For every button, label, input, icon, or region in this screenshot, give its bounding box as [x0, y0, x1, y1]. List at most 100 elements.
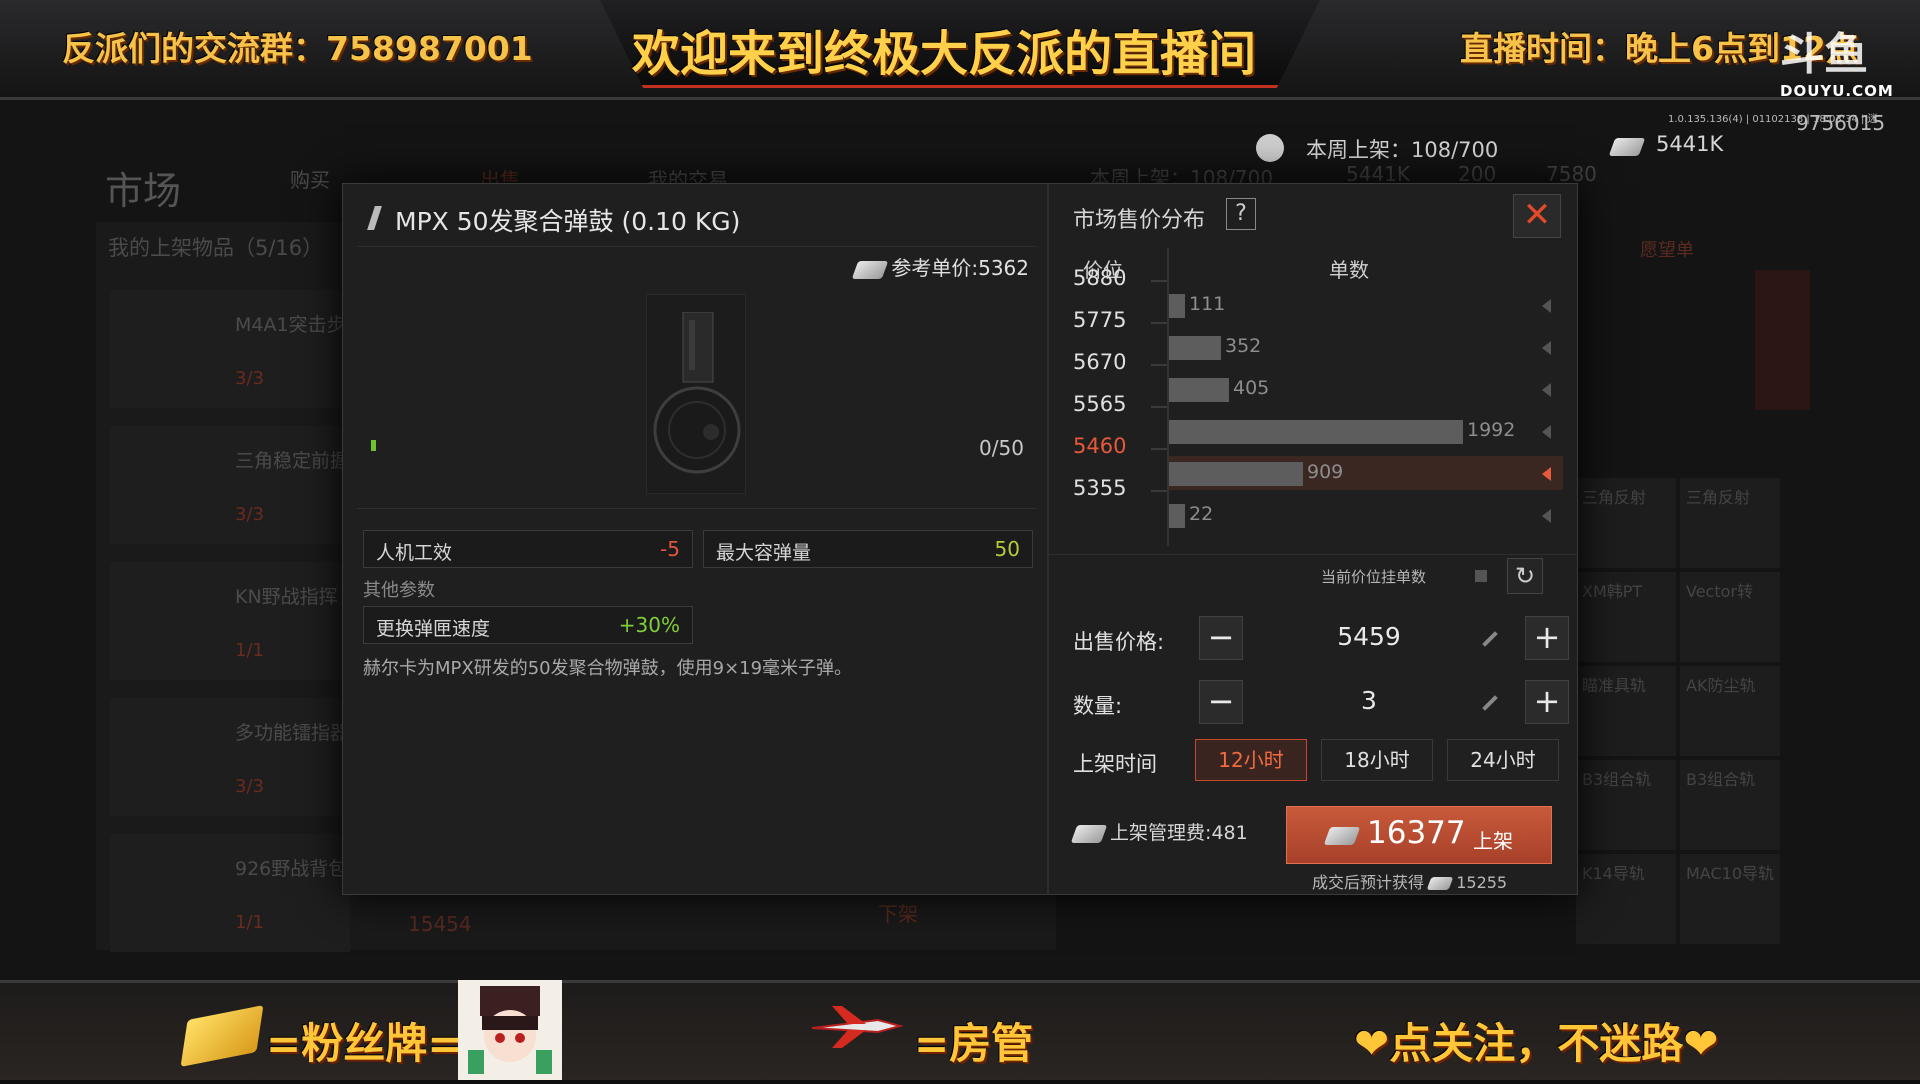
price-level-label: 5670 — [1073, 350, 1127, 374]
row-arrow-icon — [1542, 383, 1551, 397]
stat-label: 最大容弹量 — [716, 542, 812, 564]
listing-item-name: 三角稳定前握 — [235, 450, 350, 472]
distribution-row[interactable]: 1992 — [1169, 414, 1563, 448]
sell-dialog: MPX 50发聚合弹鼓 (0.10 KG) 参考单价:5362 0/50 人机工… — [342, 183, 1578, 895]
market-title: 市场 — [105, 169, 182, 213]
quantity-decrease-button[interactable]: − — [1199, 680, 1243, 724]
sell-price-input[interactable]: 5459 — [1269, 622, 1469, 651]
list-button-label: 上架 — [1473, 829, 1513, 853]
quantity-value: 111 — [1189, 293, 1226, 315]
expected-earnings-label: 成交后预计获得 — [1312, 873, 1425, 892]
listing-item-name: M4A1突击步 — [235, 314, 346, 336]
listing-item[interactable]: 926野战背包 1/1 — [110, 834, 350, 952]
weekly-listing-count: 本周上架：108/700 — [1306, 138, 1499, 162]
listing-item[interactable]: M4A1突击步 3/3 — [110, 290, 350, 408]
edit-pencil-icon[interactable] — [1482, 631, 1498, 647]
quantity-value: 352 — [1225, 335, 1262, 357]
cash-icon — [1323, 827, 1361, 845]
price-tick — [1151, 280, 1167, 282]
reference-price-text: 参考单价:5362 — [891, 256, 1029, 280]
listing-item-name: 多功能镭指器 — [235, 722, 350, 744]
price-tick — [1151, 406, 1167, 408]
listing-item-count: 1/1 — [235, 640, 264, 661]
reference-price: 参考单价:5362 — [851, 252, 1029, 281]
bg-grid-cell: MAC10导轨 — [1680, 854, 1780, 944]
sell-price-label: 出售价格: — [1073, 630, 1165, 654]
listing-item-name: 926野战背包 — [235, 858, 348, 880]
price-increase-button[interactable]: + — [1525, 616, 1569, 660]
listing-item-count: 3/3 — [235, 504, 264, 525]
edit-pencil-icon[interactable] — [1482, 695, 1498, 711]
help-icon[interactable]: ? — [1226, 198, 1256, 230]
cash-icon — [1070, 824, 1108, 843]
quantity-bar — [1169, 294, 1185, 318]
price-level-label: 5565 — [1073, 392, 1127, 416]
distribution-title: 市场售价分布 — [1073, 208, 1206, 233]
row-arrow-icon — [1542, 299, 1551, 313]
current-orders-label: 当前价位挂单数 — [1321, 568, 1427, 586]
row-arrow-icon — [1542, 509, 1551, 523]
listing-item[interactable]: 多功能镭指器 3/3 — [110, 698, 350, 816]
price-tick — [1151, 448, 1167, 450]
distribution-row[interactable]: 909 — [1169, 456, 1563, 490]
quantity-value: 909 — [1307, 461, 1344, 483]
divider — [357, 246, 1037, 247]
bg-total: 15454 — [408, 912, 472, 936]
stat-capacity: 最大容弹量 50 — [703, 530, 1033, 568]
item-title-icon — [367, 206, 382, 230]
distribution-row[interactable]: 111 — [1169, 288, 1563, 322]
listing-item-count: 1/1 — [235, 912, 264, 933]
money-amount: 5441K — [1656, 132, 1724, 156]
refresh-button[interactable]: ↻ — [1507, 558, 1543, 594]
price-decrease-button[interactable]: − — [1199, 616, 1243, 660]
close-button[interactable]: ✕ — [1513, 194, 1561, 238]
listing-item[interactable]: 三角稳定前握 3/3 — [110, 426, 350, 544]
quantity-increase-button[interactable]: + — [1525, 680, 1569, 724]
qty-column-header: 单数 — [1329, 258, 1369, 282]
listing-icon — [1256, 134, 1284, 162]
quantity-value: 405 — [1233, 377, 1270, 399]
stat-label: 人机工效 — [376, 542, 453, 564]
row-arrow-icon — [1542, 425, 1551, 439]
moderator-text: =房管 — [914, 1019, 1034, 1068]
list-item-button[interactable]: 16377 上架 — [1286, 806, 1552, 864]
tab-buy[interactable]: 购买 — [290, 164, 330, 193]
stat-value: 50 — [994, 537, 1020, 561]
price-level-label: 5355 — [1073, 476, 1127, 500]
quantity-input[interactable]: 3 — [1269, 686, 1469, 715]
listing-count: 我的上架物品（5/16） — [108, 236, 324, 260]
bg-unlist-button[interactable]: 下架 — [878, 898, 918, 927]
quantity-label: 数量: — [1073, 694, 1123, 718]
stat-ergonomics: 人机工效 -5 — [363, 530, 693, 568]
bg-grid-cell: K14导轨 — [1576, 854, 1676, 944]
distribution-row[interactable]: 405 — [1169, 372, 1563, 406]
banner-group-text: 反派们的交流群：758987001 — [62, 29, 533, 68]
expected-earnings: 成交后预计获得 15255 — [1312, 869, 1507, 893]
douyu-logo-main: 斗鱼 — [1780, 29, 1868, 80]
home-side-tab[interactable] — [1755, 270, 1810, 410]
quantity-bar — [1169, 378, 1229, 402]
bg-grid-cell: 三角反射 — [1680, 478, 1780, 568]
item-title: MPX 50发聚合弹鼓 (0.10 KG) — [395, 207, 741, 236]
stat-label: 更换弹匣速度 — [376, 618, 491, 640]
bg-grid-cell: 瞄准具轨 — [1576, 666, 1676, 756]
distribution-row[interactable]: 352 — [1169, 330, 1563, 364]
listing-item-count: 3/3 — [235, 368, 264, 389]
minus-icon: − — [1207, 682, 1235, 720]
time-option-24h[interactable]: 24小时 — [1447, 739, 1559, 781]
listing-item[interactable]: KN野战指挥 1/1 — [110, 562, 350, 680]
wish-list-tab[interactable]: 愿望单 — [1640, 236, 1694, 262]
viewer-count: 9756015 — [1796, 111, 1886, 135]
stat-reload-speed: 更换弹匣速度 +30% — [363, 606, 693, 644]
listing-fee-text: 上架管理费:481 — [1110, 822, 1248, 844]
distribution-row[interactable]: 22 — [1169, 498, 1563, 532]
stat-value: -5 — [660, 537, 680, 561]
follow-text: ❤点关注，不迷路❤ — [1354, 1019, 1719, 1068]
price-level-label: 5460 — [1073, 434, 1127, 458]
quantity-bar — [1169, 336, 1221, 360]
listing-item-name: KN野战指挥 — [235, 586, 338, 608]
time-option-18h[interactable]: 18小时 — [1321, 739, 1433, 781]
avatar-illustration — [468, 986, 552, 1074]
listing-item-count: 3/3 — [235, 776, 264, 797]
time-option-12h[interactable]: 12小时 — [1195, 739, 1307, 781]
